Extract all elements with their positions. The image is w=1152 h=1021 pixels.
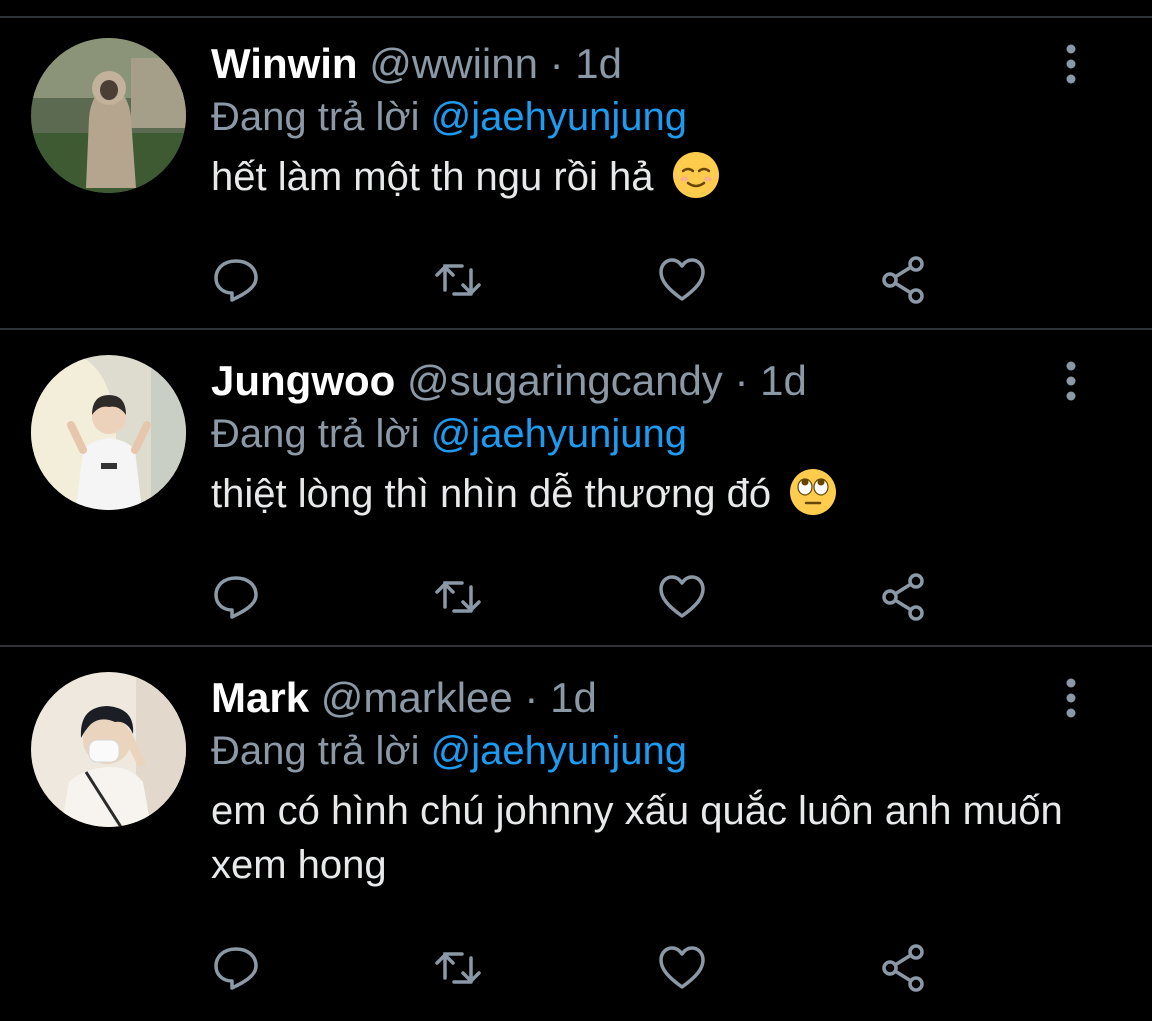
reply-icon[interactable]	[210, 571, 262, 623]
replying-to: Đang trả lời @jaehyunjung	[211, 724, 1071, 778]
like-icon[interactable]	[656, 942, 708, 994]
display-name[interactable]: Winwin	[211, 40, 358, 87]
retweet-icon[interactable]	[432, 571, 484, 623]
tweet-divider	[0, 645, 1152, 647]
share-icon[interactable]	[878, 942, 930, 994]
timestamp[interactable]: 1d	[550, 674, 597, 721]
tweet-text: thiệt lòng thì nhìn dễ thương đó	[211, 467, 1071, 521]
avatar[interactable]	[31, 355, 186, 510]
reply-tweet[interactable]: Mark @marklee · 1d Đang trả lời @jaehyun…	[0, 652, 1152, 1021]
like-icon[interactable]	[656, 254, 708, 306]
tweet-text-body: thiệt lòng thì nhìn dễ thương đó	[211, 472, 772, 516]
display-name[interactable]: Jungwoo	[211, 357, 395, 404]
tweet-header: Winwin @wwiinn · 1d	[211, 38, 1071, 90]
display-name[interactable]: Mark	[211, 674, 309, 721]
action-bar	[210, 571, 930, 623]
separator-dot: ·	[734, 357, 749, 404]
more-options-icon[interactable]	[1056, 42, 1086, 86]
tweet-text-body: hết làm một th ngu rồi hả	[211, 155, 654, 199]
tweet-header: Jungwoo @sugaringcandy · 1d	[211, 355, 1071, 407]
rolling-eyes-emoji	[788, 467, 838, 517]
replying-to-label: Đang trả lời	[211, 95, 420, 139]
mention-link[interactable]: @jaehyunjung	[431, 95, 687, 139]
replying-to: Đang trả lời @jaehyunjung	[211, 407, 1071, 461]
replying-to-label: Đang trả lời	[211, 412, 420, 456]
retweet-icon[interactable]	[432, 942, 484, 994]
avatar[interactable]	[31, 672, 186, 827]
more-options-icon[interactable]	[1056, 359, 1086, 403]
reply-tweet[interactable]: Winwin @wwiinn · 1d Đang trả lời @jaehyu…	[0, 18, 1152, 330]
share-icon[interactable]	[878, 571, 930, 623]
action-bar	[210, 942, 930, 994]
tweet-text-body: em có hình chú johnny xấu quắc luôn anh …	[211, 789, 1063, 887]
reply-icon[interactable]	[210, 942, 262, 994]
replying-to-label: Đang trả lời	[211, 729, 420, 773]
reply-icon[interactable]	[210, 254, 262, 306]
mention-link[interactable]: @jaehyunjung	[431, 412, 687, 456]
separator-dot: ·	[524, 674, 539, 721]
timestamp[interactable]: 1d	[575, 40, 622, 87]
share-icon[interactable]	[878, 254, 930, 306]
more-options-icon[interactable]	[1056, 676, 1086, 720]
tweet-content: Winwin @wwiinn · 1d Đang trả lời @jaehyu…	[211, 38, 1071, 204]
avatar[interactable]	[31, 38, 186, 193]
action-bar	[210, 254, 930, 306]
tweet-text: hết làm một th ngu rồi hả	[211, 150, 1071, 204]
replying-to: Đang trả lời @jaehyunjung	[211, 90, 1071, 144]
tweet-text: em có hình chú johnny xấu quắc luôn anh …	[211, 784, 1071, 892]
user-handle[interactable]: @wwiinn	[369, 40, 538, 87]
user-handle[interactable]: @sugaringcandy	[407, 357, 723, 404]
tweet-header: Mark @marklee · 1d	[211, 672, 1071, 724]
tweet-content: Mark @marklee · 1d Đang trả lời @jaehyun…	[211, 672, 1071, 892]
reply-tweet[interactable]: Jungwoo @sugaringcandy · 1d Đang trả lời…	[0, 335, 1152, 647]
user-handle[interactable]: @marklee	[321, 674, 513, 721]
relieved-face-emoji	[671, 150, 721, 200]
separator-dot: ·	[549, 40, 564, 87]
tweet-content: Jungwoo @sugaringcandy · 1d Đang trả lời…	[211, 355, 1071, 521]
timestamp[interactable]: 1d	[760, 357, 807, 404]
like-icon[interactable]	[656, 571, 708, 623]
tweet-divider	[0, 328, 1152, 330]
retweet-icon[interactable]	[432, 254, 484, 306]
mention-link[interactable]: @jaehyunjung	[431, 729, 687, 773]
